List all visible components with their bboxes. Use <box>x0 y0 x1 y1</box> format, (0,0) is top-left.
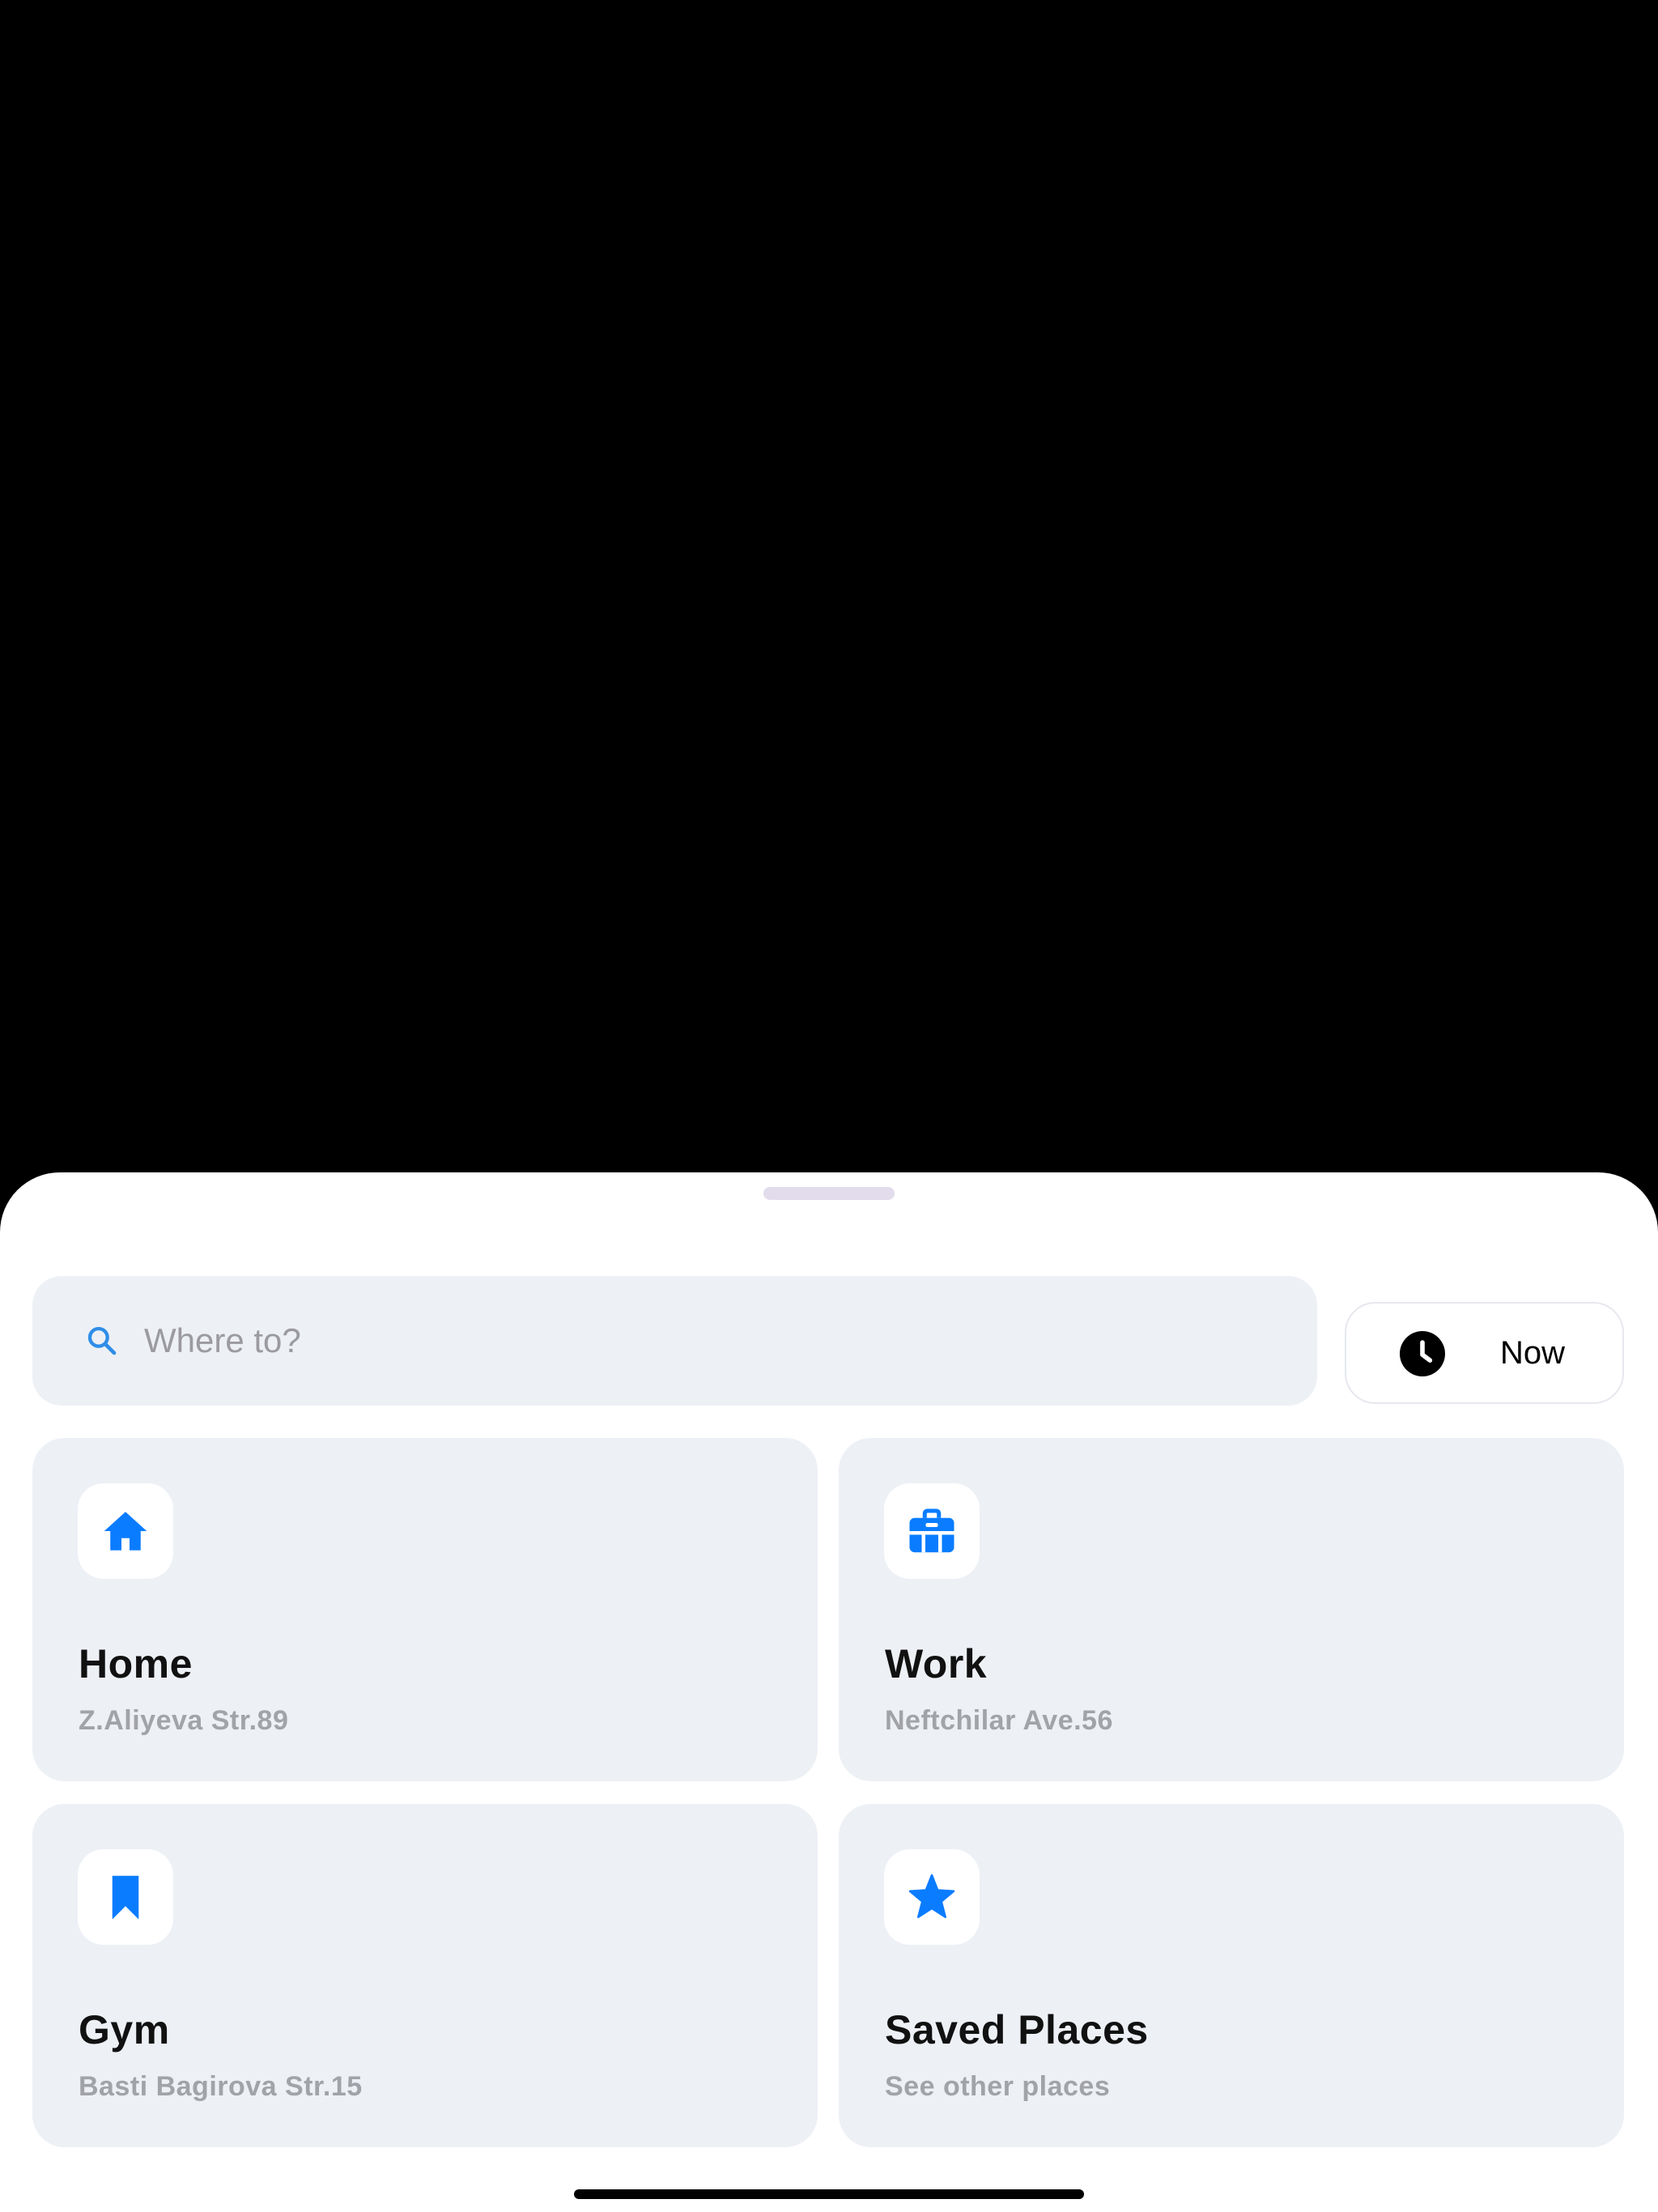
home-indicator <box>574 2189 1084 2199</box>
clock-icon <box>1400 1331 1445 1376</box>
place-card-saved-places[interactable]: Saved Places See other places <box>839 1804 1624 2147</box>
briefcase-icon <box>909 1508 954 1553</box>
place-subtitle: See other places <box>885 2071 1111 2102</box>
bookmark-icon <box>112 1875 139 1920</box>
place-title: Saved Places <box>885 2007 1149 2052</box>
place-address: Z.Aliyeva Str.89 <box>79 1705 289 1736</box>
search-bar[interactable] <box>32 1276 1317 1406</box>
time-button-label: Now <box>1500 1335 1566 1371</box>
bottom-sheet: Now Home Z.Aliyeva Str.89 <box>0 1172 1658 2212</box>
place-icon-container <box>884 1483 980 1579</box>
place-icon-container <box>78 1483 173 1579</box>
search-icon <box>87 1326 117 1355</box>
place-address: Neftchilar Ave.56 <box>885 1705 1113 1736</box>
place-address: Basti Bagirova Str.15 <box>79 2071 363 2102</box>
place-icon-container <box>78 1849 173 1945</box>
home-icon <box>104 1512 147 1551</box>
place-title: Gym <box>79 2007 170 2052</box>
place-card-home[interactable]: Home Z.Aliyeva Str.89 <box>32 1438 818 1781</box>
place-title: Work <box>885 1641 988 1687</box>
sheet-grabber[interactable] <box>763 1187 895 1200</box>
search-input[interactable] <box>144 1276 1278 1406</box>
screen: Now Home Z.Aliyeva Str.89 <box>0 0 1658 2212</box>
star-icon <box>908 1874 955 1918</box>
place-icon-container <box>884 1849 980 1945</box>
place-card-gym[interactable]: Gym Basti Bagirova Str.15 <box>32 1804 818 2147</box>
place-title: Home <box>79 1641 193 1687</box>
place-card-work[interactable]: Work Neftchilar Ave.56 <box>839 1438 1624 1781</box>
schedule-time-button[interactable]: Now <box>1345 1302 1624 1404</box>
